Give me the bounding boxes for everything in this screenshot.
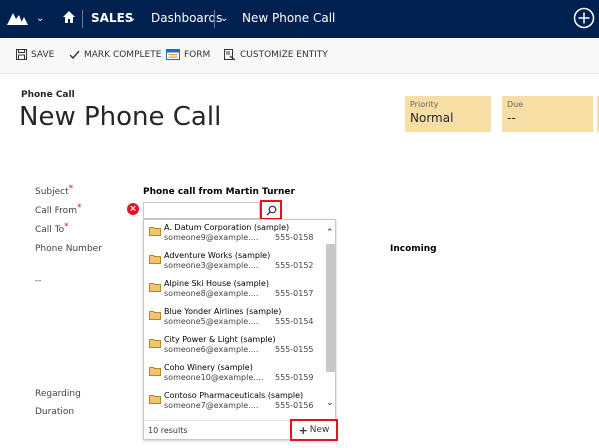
call-from-label: Call From* (35, 203, 82, 216)
lookup-result-name: Blue Yonder Airlines (sample) (164, 307, 282, 316)
account-icon (149, 255, 161, 264)
lookup-result-phone: 555-0154 (275, 317, 314, 326)
lookup-result-email: someone7@example.... (164, 401, 259, 410)
nav-separator (82, 10, 83, 28)
nav-dashboards[interactable]: Dashboards (151, 11, 222, 25)
lookup-result-phone: 555-0156 (275, 401, 314, 410)
chevron-down-icon[interactable]: ⌄ (220, 13, 228, 24)
save-label: SAVE (31, 49, 55, 60)
duration-label: Duration (35, 407, 75, 417)
call-to-label-text: Call To (35, 225, 65, 235)
error-icon: × (127, 203, 139, 215)
form-icon (166, 49, 180, 60)
lookup-result-phone: 555-0159 (275, 373, 314, 382)
required-mark: * (76, 203, 82, 213)
lookup-result-name: Coho Winery (sample) (164, 363, 253, 372)
mark-complete-button[interactable]: MARK COMPLETE (69, 49, 161, 60)
regarding-label: Regarding (35, 389, 81, 399)
mark-complete-label: MARK COMPLETE (84, 49, 162, 60)
lookup-result-email: someone8@example.... (164, 289, 259, 298)
create-new-icon[interactable] (573, 7, 595, 29)
scrollbar-thumb[interactable] (326, 244, 335, 372)
chevron-down-icon[interactable]: ⌄ (36, 13, 44, 24)
scroll-down-icon[interactable]: ⌄ (326, 398, 334, 408)
lookup-result-name: Adventure Works (sample) (164, 251, 271, 260)
lookup-result-item[interactable]: Blue Yonder Airlines (sample) someone5@e… (144, 306, 324, 334)
call-from-lookup-input[interactable] (143, 202, 260, 219)
save-icon (16, 49, 27, 60)
account-icon (149, 311, 161, 320)
lookup-result-name: Alpine Ski House (sample) (164, 279, 269, 288)
dropdown-scrollbar[interactable]: ⌃ ⌄ (325, 222, 336, 420)
account-icon (149, 395, 161, 404)
lookup-result-phone: 555-0157 (275, 289, 314, 298)
subject-value[interactable]: Phone call from Martin Turner (143, 187, 295, 197)
nav-current-record: New Phone Call (242, 11, 336, 25)
required-mark: * (64, 222, 69, 232)
command-bar: SAVE MARK COMPLETE FORM CUSTOMIZE ENTITY (0, 38, 599, 74)
lookup-result-email: someone5@example.... (164, 317, 259, 326)
save-button[interactable]: SAVE (16, 49, 54, 60)
lookup-result-email: someone10@example.... (164, 373, 264, 382)
header-field-value: -- (507, 111, 516, 125)
call-from-label-text: Call From (35, 206, 77, 216)
lookup-result-item[interactable]: City Power & Light (sample) someone6@exa… (144, 334, 324, 362)
checkmark-icon (69, 50, 80, 60)
form-button[interactable]: FORM (166, 49, 210, 60)
plus-icon: + (298, 423, 308, 437)
chevron-down-icon[interactable]: ⌄ (128, 13, 136, 24)
top-nav-bar: ⌄ SALES ⌄ Dashboards ⌄ New Phone Call (0, 0, 599, 38)
lookup-result-email: someone6@example.... (164, 345, 259, 354)
home-icon[interactable] (62, 9, 76, 28)
lookup-result-name: Contoso Pharmaceuticals (sample) (164, 391, 304, 400)
nav-separator (214, 10, 215, 28)
lookup-result-item[interactable]: Adventure Works (sample) someone3@exampl… (144, 250, 324, 278)
account-icon (149, 227, 161, 236)
page-title: New Phone Call (19, 102, 222, 132)
results-count: 10 results (148, 426, 188, 435)
lookup-result-item[interactable]: Alpine Ski House (sample) someone8@examp… (144, 278, 324, 306)
account-icon (149, 283, 161, 292)
lookup-result-phone: 555-0152 (275, 261, 314, 270)
lookup-result-item[interactable]: Contoso Pharmaceuticals (sample) someone… (144, 390, 324, 418)
customize-icon (224, 49, 236, 61)
new-record-label: New (309, 425, 330, 435)
subject-label: Subject* (35, 184, 74, 197)
dynamics-logo-icon[interactable] (6, 10, 32, 30)
header-field-label: Priority (410, 100, 439, 109)
header-field-priority[interactable]: Priority Normal (405, 96, 491, 132)
account-icon (149, 367, 161, 376)
direction-value[interactable]: Incoming (390, 244, 437, 254)
dropdown-footer: 10 results + New (144, 419, 338, 441)
customize-entity-label: CUSTOMIZE ENTITY (240, 50, 328, 60)
scroll-up-icon[interactable]: ⌃ (326, 228, 334, 238)
lookup-result-name: A. Datum Corporation (sample) (164, 223, 290, 232)
lookup-search-button[interactable] (260, 200, 282, 220)
new-record-button[interactable]: + New (290, 419, 338, 441)
empty-field-value: -- (35, 276, 42, 286)
lookup-results-dropdown: A. Datum Corporation (sample) someone9@e… (143, 219, 338, 441)
lookup-result-item[interactable]: Coho Winery (sample) someone10@example..… (144, 362, 324, 390)
lookup-result-name: City Power & Light (sample) (164, 335, 276, 344)
search-icon (266, 205, 276, 215)
header-field-due[interactable]: Due -- (502, 96, 593, 132)
header-field-label: Due (507, 100, 524, 109)
subject-label-text: Subject (35, 187, 69, 197)
customize-entity-button[interactable]: CUSTOMIZE ENTITY (224, 49, 328, 61)
entity-type-label: Phone Call (21, 90, 75, 100)
account-icon (149, 339, 161, 348)
form-label: FORM (184, 49, 211, 60)
lookup-result-phone: 555-0158 (275, 233, 314, 242)
required-mark: * (68, 184, 74, 194)
lookup-result-email: someone9@example.... (164, 233, 259, 242)
phone-number-label: Phone Number (35, 244, 102, 254)
lookup-result-email: someone3@example.... (164, 261, 259, 270)
call-to-label: Call To* (35, 222, 69, 235)
lookup-result-item[interactable]: A. Datum Corporation (sample) someone9@e… (144, 222, 324, 250)
lookup-result-phone: 555-0155 (275, 345, 314, 354)
header-field-value: Normal (410, 111, 454, 125)
